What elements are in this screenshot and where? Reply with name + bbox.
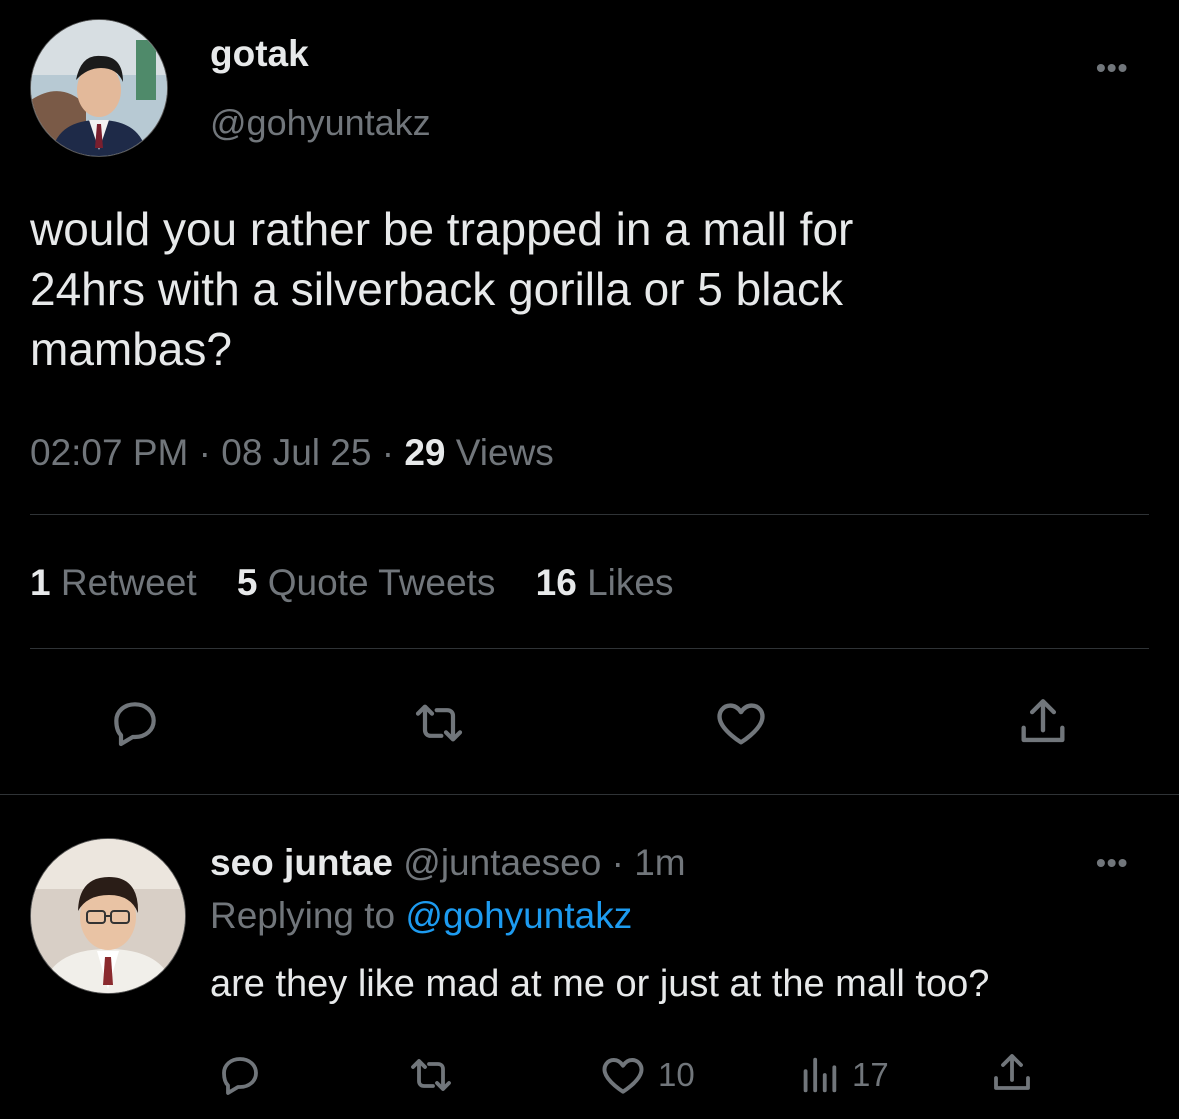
- quotes-stat[interactable]: 5 Quote Tweets: [237, 562, 506, 603]
- reply-icon: [222, 1057, 258, 1095]
- retweets-count: 1: [30, 562, 51, 603]
- author-handle[interactable]: @gohyuntakz: [210, 102, 431, 144]
- analytics-icon: [803, 1057, 837, 1093]
- separator: ·: [611, 842, 624, 883]
- tweet-text-line: 24hrs with a silverback gorilla or 5 bla…: [30, 263, 844, 315]
- share-icon: [994, 1054, 1030, 1090]
- replying-to-handle[interactable]: @gohyuntakz: [405, 895, 632, 936]
- quotes-label: Quote Tweets: [267, 562, 496, 603]
- reply-header: seo juntae @juntaeseo · 1m: [210, 842, 686, 884]
- heart-icon: [717, 703, 765, 745]
- author-avatar-image: [31, 20, 167, 156]
- reply-display-name[interactable]: seo juntae: [210, 842, 393, 883]
- reply-reply-button[interactable]: [216, 1051, 264, 1099]
- reply-views-count: 17: [852, 1056, 889, 1093]
- tweet-time[interactable]: 02:07 PM: [30, 432, 188, 473]
- share-icon: [1021, 699, 1065, 743]
- reply-time[interactable]: 1m: [634, 842, 685, 883]
- reply-text: are they like mad at me or just at the m…: [210, 963, 990, 1005]
- retweet-icon: [415, 704, 463, 742]
- reply-button[interactable]: [107, 695, 163, 751]
- likes-count: 16: [535, 562, 577, 603]
- share-button[interactable]: [1014, 694, 1072, 752]
- reply-author-avatar-image: [31, 839, 185, 993]
- author-avatar[interactable]: [30, 19, 168, 157]
- retweet-icon: [411, 1059, 451, 1091]
- replying-to-label: Replying to: [210, 895, 396, 936]
- like-button[interactable]: [712, 694, 770, 752]
- reply-retweet-button[interactable]: [406, 1051, 456, 1099]
- separator: ·: [198, 432, 211, 473]
- views-label: Views: [455, 432, 554, 473]
- reply-views-button[interactable]: 17: [796, 1050, 889, 1100]
- reply-handle[interactable]: @juntaeseo: [403, 842, 601, 883]
- replying-to: Replying to @gohyuntakz: [210, 895, 632, 937]
- reply-icon: [114, 702, 156, 747]
- retweet-button[interactable]: [410, 695, 468, 751]
- tweet-text-line: mambas?: [30, 323, 232, 375]
- engagement-stats: 1 Retweet 5 Quote Tweets 16 Likes: [30, 562, 673, 604]
- reply-author-avatar[interactable]: [30, 838, 186, 994]
- heart-icon: [602, 1058, 644, 1094]
- divider: [0, 794, 1179, 795]
- tweet-text: would you rather be trapped in a mall fo…: [30, 199, 1150, 379]
- reply-more-button[interactable]: •••: [1096, 847, 1128, 879]
- reply-likes-count: 10: [658, 1056, 695, 1093]
- reply-share-button[interactable]: [988, 1050, 1036, 1098]
- retweets-label: Retweet: [60, 562, 197, 603]
- retweets-stat[interactable]: 1 Retweet: [30, 562, 207, 603]
- divider: [30, 648, 1149, 649]
- reply-like-button[interactable]: 10: [598, 1050, 695, 1100]
- tweet-more-button[interactable]: •••: [1096, 52, 1128, 84]
- views-count: 29: [404, 432, 446, 473]
- tweet-date[interactable]: 08 Jul 25: [221, 432, 371, 473]
- tweet-meta: 02:07 PM · 08 Jul 25 · 29 Views: [30, 432, 554, 474]
- separator: ·: [381, 432, 395, 473]
- likes-stat[interactable]: 16 Likes: [536, 562, 674, 603]
- tweet-text-line: would you rather be trapped in a mall fo…: [30, 203, 854, 255]
- author-display-name[interactable]: gotak: [210, 33, 309, 75]
- likes-label: Likes: [587, 562, 674, 603]
- divider: [30, 514, 1149, 515]
- quotes-count: 5: [236, 562, 258, 603]
